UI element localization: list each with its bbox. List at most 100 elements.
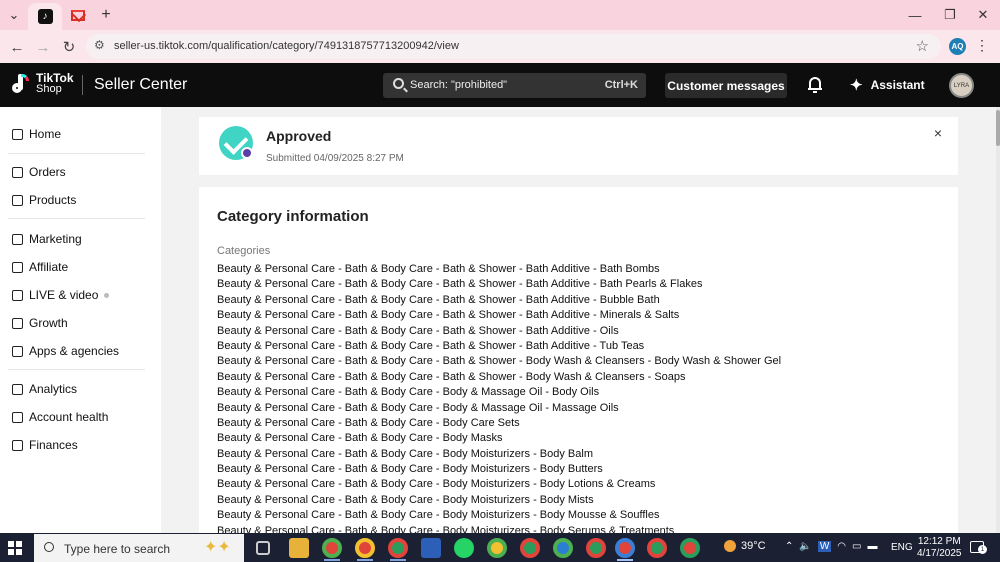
windows-taskbar: Type here to search ✦✦ 39°C ⌃ 🔈 W ◠ ▭ ▬ … — [0, 533, 1000, 562]
tiktok-shop-logo[interactable]: TikTok Shop — [12, 72, 74, 95]
sidebar-item-marketing[interactable]: Marketing — [0, 227, 161, 251]
growth-icon — [12, 317, 23, 329]
chrome-profile-icon[interactable] — [388, 538, 408, 558]
chrome-profile-icon[interactable] — [586, 538, 606, 558]
chrome-profile-icon[interactable] — [487, 538, 507, 558]
remote-desktop-icon[interactable] — [421, 538, 441, 558]
global-search-input[interactable]: Search: "prohibited" Ctrl+K — [383, 73, 646, 98]
sidebar-item-orders[interactable]: Orders — [0, 160, 161, 184]
close-banner-button[interactable]: × — [934, 125, 942, 141]
list-item: Beauty & Personal Care - Bath & Body Car… — [217, 386, 600, 399]
header-divider — [82, 75, 83, 95]
gmail-favicon-icon — [71, 9, 85, 21]
sidebar-item-live-video[interactable]: LIVE & video — [0, 283, 161, 307]
browser-menu-icon[interactable]: ⋮ — [975, 37, 989, 54]
language-indicator[interactable]: ENG — [891, 542, 913, 553]
list-item: Beauty & Personal Care - Bath & Body Car… — [217, 370, 686, 383]
list-item: Beauty & Personal Care - Bath & Body Car… — [217, 309, 680, 322]
list-item: Beauty & Personal Care - Bath & Body Car… — [217, 339, 645, 352]
people-icon — [12, 261, 23, 273]
tiktok-logo-icon — [12, 73, 32, 95]
restore-button[interactable]: ❐ — [935, 4, 965, 26]
sidebar-item-home[interactable]: Home — [0, 122, 161, 146]
sidebar-item-growth[interactable]: Growth — [0, 311, 161, 335]
page-scrollbar-thumb[interactable] — [996, 110, 1000, 146]
sidebar-item-products[interactable]: Products — [0, 188, 161, 212]
bookmark-star-icon[interactable]: ☆ — [916, 37, 929, 55]
chrome-profile-icon-active[interactable] — [615, 538, 635, 558]
taskbar-search-input[interactable]: Type here to search ✦✦ — [34, 534, 244, 562]
list-item: Beauty & Personal Care - Bath & Body Car… — [217, 401, 619, 414]
battery-icon[interactable]: ▬ — [867, 541, 877, 552]
chrome-profile-icon[interactable] — [520, 538, 540, 558]
search-icon — [393, 78, 404, 89]
apps-icon — [12, 345, 23, 357]
windows-start-icon[interactable] — [8, 541, 22, 555]
sidebar-item-finances[interactable]: Finances — [0, 433, 161, 457]
sidebar-divider — [8, 218, 145, 219]
list-item: Beauty & Personal Care - Bath & Body Car… — [217, 509, 660, 522]
back-button[interactable]: ← — [6, 36, 28, 58]
assistant-label: Assistant — [870, 78, 925, 92]
file-explorer-icon[interactable] — [289, 538, 309, 558]
category-information-card: Category information Categories Beauty &… — [199, 187, 958, 533]
sidebar-nav: Home Orders Products Marketing Affiliate… — [0, 107, 161, 533]
products-icon — [12, 194, 23, 206]
assistant-button[interactable]: ✦ Assistant — [850, 76, 925, 94]
sidebar-item-account-health[interactable]: Account health — [0, 405, 161, 429]
new-tab-button[interactable]: + — [96, 4, 116, 26]
chrome-icon[interactable] — [322, 538, 342, 558]
chrome-profile-icon[interactable] — [647, 538, 667, 558]
list-item: Beauty & Personal Care - Bath & Body Car… — [217, 263, 660, 275]
sidebar-item-affiliate[interactable]: Affiliate — [0, 255, 161, 279]
notification-count: 1 — [978, 545, 987, 554]
network-icon[interactable]: ◠ — [837, 541, 846, 552]
sun-icon — [724, 540, 736, 552]
orders-icon — [12, 166, 23, 178]
sidebar-item-analytics[interactable]: Analytics — [0, 377, 161, 401]
notification-icon[interactable]: 1 — [970, 541, 987, 554]
browser-tab-strip: ⌄ ♪ + — ❐ ✕ — [0, 0, 1000, 30]
forward-button[interactable]: → — [32, 36, 54, 58]
minimize-button[interactable]: — — [900, 4, 930, 26]
list-item: Beauty & Personal Care - Bath & Body Car… — [217, 355, 782, 368]
tab-gmail[interactable] — [66, 6, 90, 24]
display-icon[interactable]: ▭ — [852, 541, 861, 552]
close-window-button[interactable]: ✕ — [968, 4, 998, 26]
chrome-profile-icon[interactable] — [553, 538, 573, 558]
avatar[interactable]: LYRA — [949, 73, 974, 98]
list-item: Beauty & Personal Care - Bath & Body Car… — [217, 493, 594, 506]
seller-center-header: TikTok Shop Seller Center Search: "prohi… — [0, 63, 1000, 107]
system-tray[interactable]: ⌃ 🔈 W ◠ ▭ ▬ — [785, 541, 877, 552]
weather-widget[interactable]: 39°C — [724, 540, 766, 552]
word-icon[interactable]: W — [817, 541, 832, 552]
bell-icon[interactable] — [808, 77, 822, 93]
customer-messages-button[interactable]: Customer messages — [665, 73, 787, 98]
tiktok-favicon-icon: ♪ — [37, 9, 53, 24]
chart-icon — [12, 383, 23, 395]
tab-search-chevron-icon[interactable]: ⌄ — [4, 4, 24, 26]
sidebar-item-apps-agencies[interactable]: Apps & agencies — [0, 339, 161, 363]
clock-time: 12:12 PM — [917, 536, 961, 547]
clock-date: 4/17/2025 — [917, 548, 962, 559]
page-scrollbar[interactable] — [996, 107, 1000, 533]
tab-tiktok-seller-center[interactable]: ♪ — [28, 3, 62, 30]
speaker-icon[interactable]: 🔈 — [799, 541, 811, 552]
reload-button[interactable]: ↻ — [58, 36, 80, 58]
sparkle-icon: ✦ — [850, 77, 863, 94]
address-bar[interactable]: ⚙ seller-us.tiktok.com/qualification/cat… — [86, 34, 941, 59]
logo-text-line2: Shop — [36, 83, 62, 95]
task-view-icon[interactable] — [256, 541, 270, 555]
chrome-profile-icon[interactable] — [680, 538, 700, 558]
live-status-dot — [104, 292, 110, 298]
site-info-icon[interactable]: ⚙ — [94, 38, 105, 52]
bulb-icon — [12, 411, 23, 423]
home-icon — [12, 128, 23, 140]
chrome-profile-icon[interactable] — [355, 538, 375, 558]
whatsapp-icon[interactable] — [454, 538, 474, 558]
clock[interactable]: 12:12 PM 4/17/2025 — [917, 536, 962, 560]
chevron-up-icon[interactable]: ⌃ — [785, 541, 793, 552]
url-text[interactable]: seller-us.tiktok.com/qualification/categ… — [114, 40, 459, 52]
browser-profile-avatar[interactable]: AQ — [949, 38, 966, 55]
search-shortcut-hint: Ctrl+K — [604, 79, 638, 91]
